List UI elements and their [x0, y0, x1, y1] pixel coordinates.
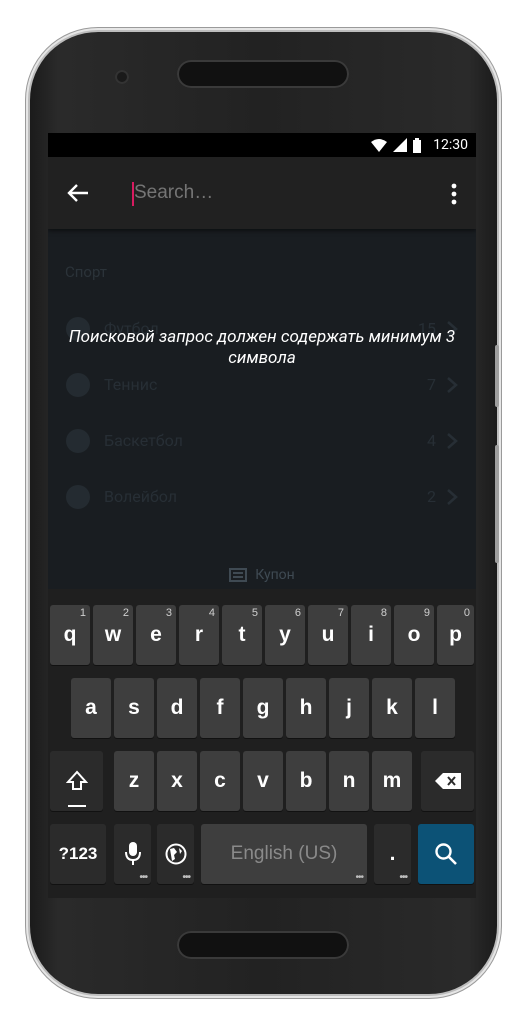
microphone-icon — [124, 842, 141, 865]
shift-icon — [65, 770, 88, 790]
key-a[interactable]: a — [71, 678, 111, 738]
volume-button — [495, 445, 499, 563]
backspace-key[interactable] — [421, 751, 474, 811]
globe-icon — [165, 843, 186, 865]
more-options-dots: ••• — [139, 872, 147, 883]
key-z[interactable]: z — [114, 751, 154, 811]
status-bar: 12:30 — [48, 133, 476, 157]
clock: 12:30 — [433, 137, 468, 153]
key-h[interactable]: h — [286, 678, 326, 738]
period-key[interactable]: . ••• — [374, 824, 411, 884]
key-l[interactable]: l — [415, 678, 455, 738]
backspace-icon — [434, 773, 461, 789]
soft-keyboard: q1 w2 e3 r4 t5 y6 u7 i8 o9 p0 a s d f g … — [48, 589, 476, 898]
screen: 12:30 Спорт Футбол 15 Теннис 7 Баскетбол… — [48, 133, 476, 898]
search-key[interactable] — [418, 824, 474, 884]
coupon-label: Купон — [255, 567, 295, 583]
key-m[interactable]: m — [372, 751, 412, 811]
key-f[interactable]: f — [200, 678, 240, 738]
key-e[interactable]: e3 — [136, 605, 176, 665]
more-options-dots: ••• — [182, 872, 190, 883]
key-k[interactable]: k — [372, 678, 412, 738]
key-u[interactable]: u7 — [308, 605, 348, 665]
more-options-dots: ••• — [399, 872, 407, 883]
key-x[interactable]: x — [157, 751, 197, 811]
search-app-bar — [48, 157, 476, 229]
power-button — [495, 345, 499, 407]
search-icon — [435, 843, 457, 865]
battery-icon — [413, 137, 422, 153]
key-d[interactable]: d — [157, 678, 197, 738]
key-c[interactable]: c — [200, 751, 240, 811]
more-vert-icon[interactable] — [444, 181, 464, 207]
dim-overlay — [48, 229, 476, 589]
key-o[interactable]: o9 — [394, 605, 434, 665]
bottom-speaker — [177, 931, 349, 959]
key-b[interactable]: b — [286, 751, 326, 811]
key-i[interactable]: i8 — [351, 605, 391, 665]
front-camera — [115, 70, 129, 84]
key-g[interactable]: g — [243, 678, 283, 738]
language-key[interactable]: ••• — [157, 824, 194, 884]
key-r[interactable]: r4 — [179, 605, 219, 665]
key-q[interactable]: q1 — [50, 605, 90, 665]
key-y[interactable]: y6 — [265, 605, 305, 665]
voice-key[interactable]: ••• — [114, 824, 151, 884]
search-input[interactable] — [134, 177, 434, 209]
key-w[interactable]: w2 — [93, 605, 133, 665]
top-speaker — [177, 60, 349, 88]
coupon-bar[interactable]: Купон — [48, 561, 476, 589]
shift-underline — [68, 805, 86, 807]
shift-key[interactable] — [50, 751, 103, 811]
key-t[interactable]: t5 — [222, 605, 262, 665]
back-arrow-icon[interactable] — [64, 179, 92, 207]
coupon-icon — [229, 568, 248, 582]
toast-message: Поисковой запрос должен содержать миниму… — [68, 327, 456, 368]
space-key[interactable]: English (US) ••• — [201, 824, 367, 884]
symbols-key[interactable]: ?123 — [50, 824, 106, 884]
signal-icon — [393, 138, 408, 152]
key-j[interactable]: j — [329, 678, 369, 738]
more-options-dots: ••• — [355, 872, 363, 883]
key-n[interactable]: n — [329, 751, 369, 811]
key-v[interactable]: v — [243, 751, 283, 811]
wifi-icon — [371, 138, 388, 152]
key-p[interactable]: p0 — [437, 605, 474, 665]
key-s[interactable]: s — [114, 678, 154, 738]
